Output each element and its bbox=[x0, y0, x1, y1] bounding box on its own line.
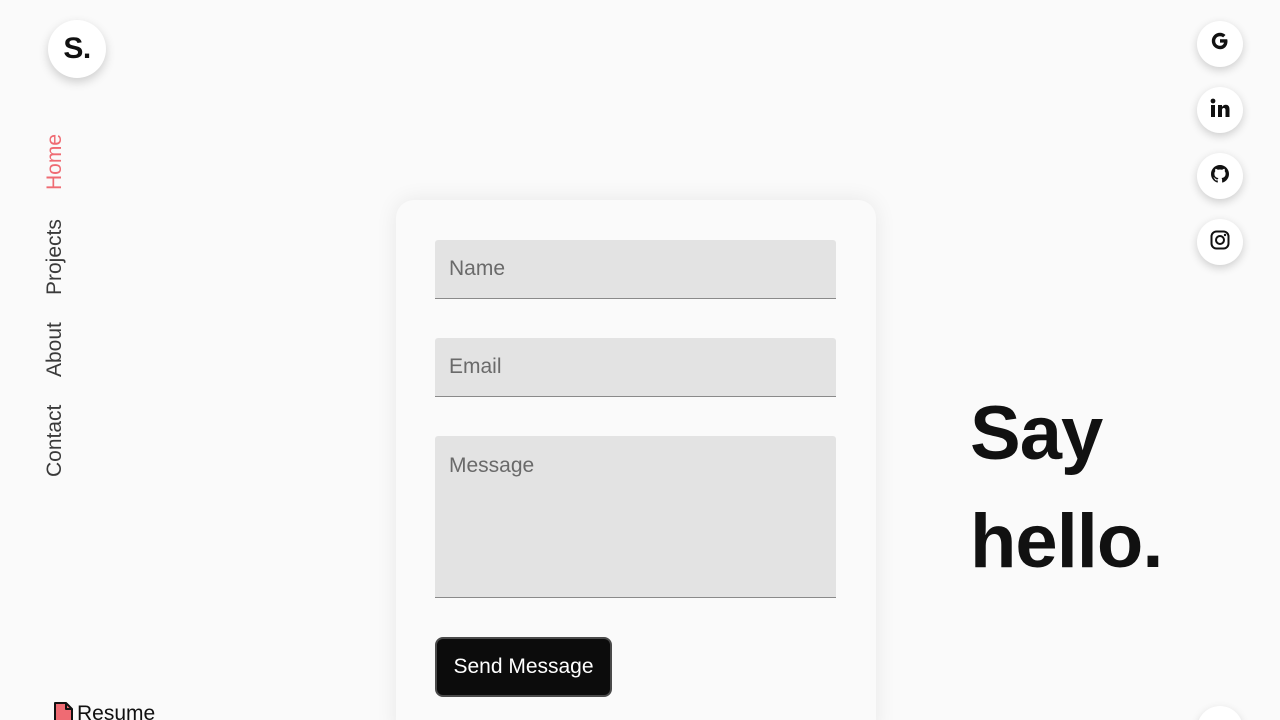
contact-form: Send Message bbox=[396, 200, 876, 720]
hero-line-2: hello. bbox=[970, 499, 1163, 584]
google-icon bbox=[1209, 30, 1231, 58]
instagram-button[interactable] bbox=[1197, 219, 1243, 265]
send-message-button[interactable]: Send Message bbox=[435, 637, 612, 697]
hero-line-1: Say bbox=[970, 391, 1103, 476]
name-input[interactable] bbox=[435, 240, 836, 299]
nav-home[interactable]: Home bbox=[43, 134, 66, 190]
email-input[interactable] bbox=[435, 338, 836, 397]
message-input[interactable] bbox=[435, 436, 836, 598]
logo[interactable]: S. bbox=[48, 20, 106, 78]
github-button[interactable] bbox=[1197, 153, 1243, 199]
nav-about[interactable]: About bbox=[43, 322, 66, 377]
github-icon bbox=[1209, 163, 1231, 190]
resume-label: Resume bbox=[77, 702, 156, 720]
contact-page: S. Home Projects About Contact Resume Na… bbox=[0, 0, 1280, 720]
nav-projects[interactable]: Projects bbox=[43, 219, 66, 295]
linkedin-icon bbox=[1209, 97, 1231, 124]
scroll-top-button[interactable] bbox=[1197, 706, 1243, 720]
resume-link[interactable]: Resume bbox=[52, 702, 155, 720]
google-button[interactable] bbox=[1197, 21, 1243, 67]
linkedin-button[interactable] bbox=[1197, 87, 1243, 133]
file-icon bbox=[52, 702, 74, 720]
instagram-icon bbox=[1209, 229, 1231, 256]
nav-contact[interactable]: Contact bbox=[43, 405, 66, 477]
hero-heading: Say hello. bbox=[970, 380, 1163, 596]
